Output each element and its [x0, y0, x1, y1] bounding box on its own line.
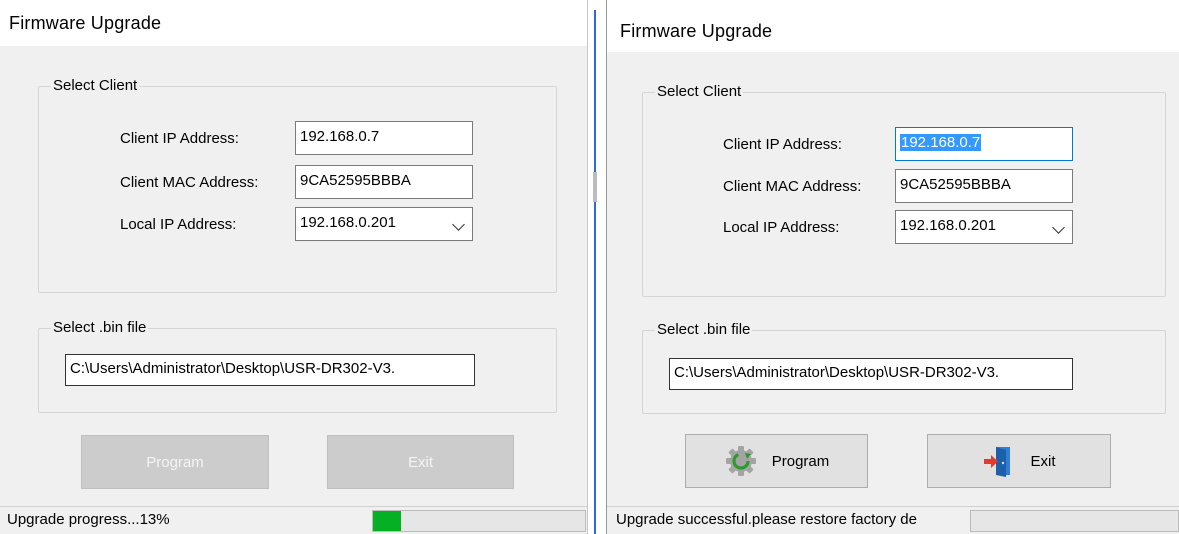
gear-refresh-icon: [725, 446, 756, 476]
client-ip-value: 192.168.0.7: [300, 128, 380, 145]
select-client-legend: Select Client: [655, 83, 744, 101]
select-client-legend: Select Client: [51, 77, 140, 95]
exit-button-label: Exit: [407, 453, 433, 471]
select-bin-file-legend: Select .bin file: [51, 319, 149, 337]
local-ip-value: 192.168.0.201: [900, 217, 996, 234]
upgrade-progress-bar: [372, 510, 586, 532]
exit-button-label: Exit: [1030, 452, 1056, 470]
bin-file-path-input[interactable]: C:\Users\Administrator\Desktop\USR-DR302…: [65, 354, 475, 386]
local-ip-label: Local IP Address:: [120, 216, 237, 233]
program-button[interactable]: Program: [685, 434, 868, 488]
select-bin-file-legend: Select .bin file: [655, 321, 753, 339]
window-title: Firmware Upgrade: [9, 13, 162, 33]
program-button-label: Program: [771, 452, 830, 470]
client-mac-value: 9CA52595BBBA: [900, 176, 1011, 193]
firmware-upgrade-window-success: Firmware Upgrade Select Client Client IP…: [606, 0, 1179, 534]
client-ip-input[interactable]: 192.168.0.7: [895, 127, 1073, 161]
local-ip-dropdown[interactable]: 192.168.0.201: [295, 207, 473, 241]
client-mac-label: Client MAC Address:: [120, 174, 259, 191]
divider-line: [594, 10, 596, 534]
status-text: Upgrade successful.please restore factor…: [616, 511, 917, 528]
local-ip-label: Local IP Address:: [723, 219, 840, 236]
client-mac-input[interactable]: 9CA52595BBBA: [295, 165, 473, 199]
window-title: Firmware Upgrade: [620, 21, 773, 41]
upgrade-progress-bar: [970, 510, 1179, 532]
client-mac-input[interactable]: 9CA52595BBBA: [895, 169, 1073, 203]
exit-button[interactable]: Exit: [327, 435, 514, 489]
window-title-bar: Firmware Upgrade: [607, 0, 1179, 52]
local-ip-dropdown[interactable]: 192.168.0.201: [895, 210, 1073, 244]
bin-file-path-input[interactable]: C:\Users\Administrator\Desktop\USR-DR302…: [669, 358, 1073, 390]
progress-fill: [373, 511, 401, 531]
client-ip-label: Client IP Address:: [120, 130, 239, 147]
client-ip-label: Client IP Address:: [723, 136, 842, 153]
client-mac-value: 9CA52595BBBA: [300, 172, 411, 189]
local-ip-value: 192.168.0.201: [300, 214, 396, 231]
bin-file-path-value: C:\Users\Administrator\Desktop\USR-DR302…: [674, 364, 1000, 381]
status-bar: Upgrade successful.please restore factor…: [607, 506, 1179, 534]
chevron-down-icon: [452, 218, 465, 231]
window-divider: [589, 0, 605, 534]
client-ip-input[interactable]: 192.168.0.7: [295, 121, 473, 155]
program-button[interactable]: Program: [81, 435, 269, 489]
exit-door-icon: [984, 447, 1011, 477]
client-ip-value: 192.168.0.7: [900, 134, 982, 151]
divider-marker: [593, 172, 597, 202]
status-text: Upgrade progress...13%: [7, 511, 170, 528]
status-bar: Upgrade progress...13%: [0, 506, 587, 534]
firmware-upgrade-window-progress: Firmware Upgrade Select Client Client IP…: [0, 0, 588, 534]
window-title-bar: Firmware Upgrade: [0, 0, 587, 46]
bin-file-path-value: C:\Users\Administrator\Desktop\USR-DR302…: [70, 360, 396, 377]
program-button-label: Program: [146, 453, 204, 471]
chevron-down-icon: [1052, 221, 1065, 234]
exit-button[interactable]: Exit: [927, 434, 1111, 488]
client-mac-label: Client MAC Address:: [723, 178, 862, 195]
